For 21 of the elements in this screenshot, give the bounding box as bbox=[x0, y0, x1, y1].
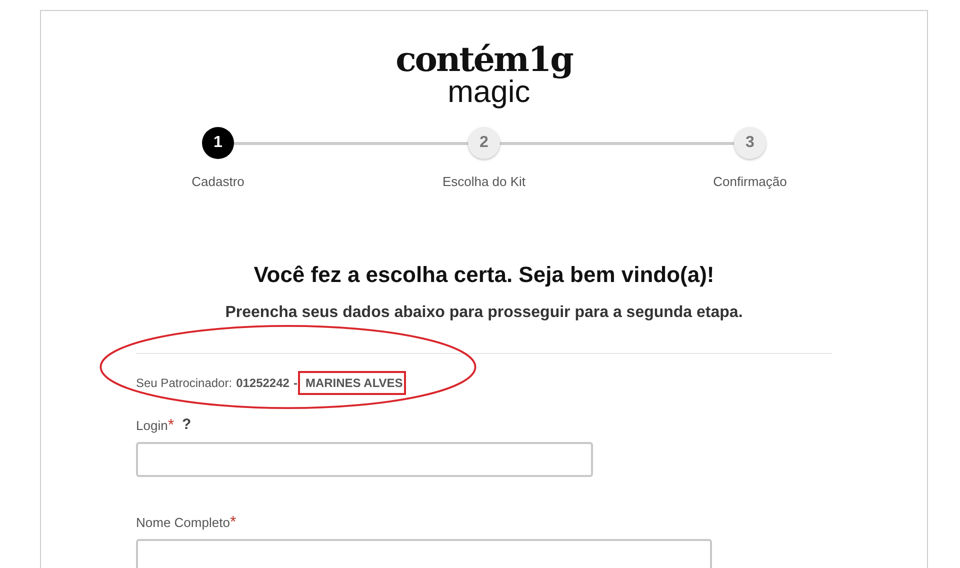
help-icon[interactable]: ? bbox=[182, 414, 192, 437]
logo-text: contém1g bbox=[396, 43, 572, 77]
sponsor-name: MARINES ALVES bbox=[301, 374, 403, 392]
sponsor-label: Seu Patrocinador: bbox=[136, 374, 232, 392]
required-mark: * bbox=[168, 416, 174, 436]
step-label: Cadastro bbox=[192, 173, 244, 191]
step-label: Escolha do Kit bbox=[442, 173, 526, 191]
page-heading: Você fez a escolha certa. Seja bem vindo(a)! bbox=[252, 260, 716, 289]
separator: - bbox=[293, 374, 298, 392]
input-field[interactable] bbox=[136, 442, 593, 476]
field-label: Login bbox=[136, 416, 168, 435]
step-number[interactable]: 2 bbox=[468, 127, 500, 159]
sponsor-code: 01252242 bbox=[236, 374, 290, 392]
field-label: Nome Completo bbox=[136, 514, 230, 532]
step-number[interactable]: 1 bbox=[202, 127, 234, 159]
step-number[interactable]: 3 bbox=[734, 127, 766, 159]
step-label: Confirmação bbox=[713, 173, 787, 191]
input-field[interactable] bbox=[136, 538, 712, 568]
logo-text: magic bbox=[448, 77, 530, 107]
page-subheading: Preencha seus dados abaixo para prosseguir para a segunda etapa. bbox=[224, 302, 744, 322]
required-mark: * bbox=[230, 512, 236, 532]
